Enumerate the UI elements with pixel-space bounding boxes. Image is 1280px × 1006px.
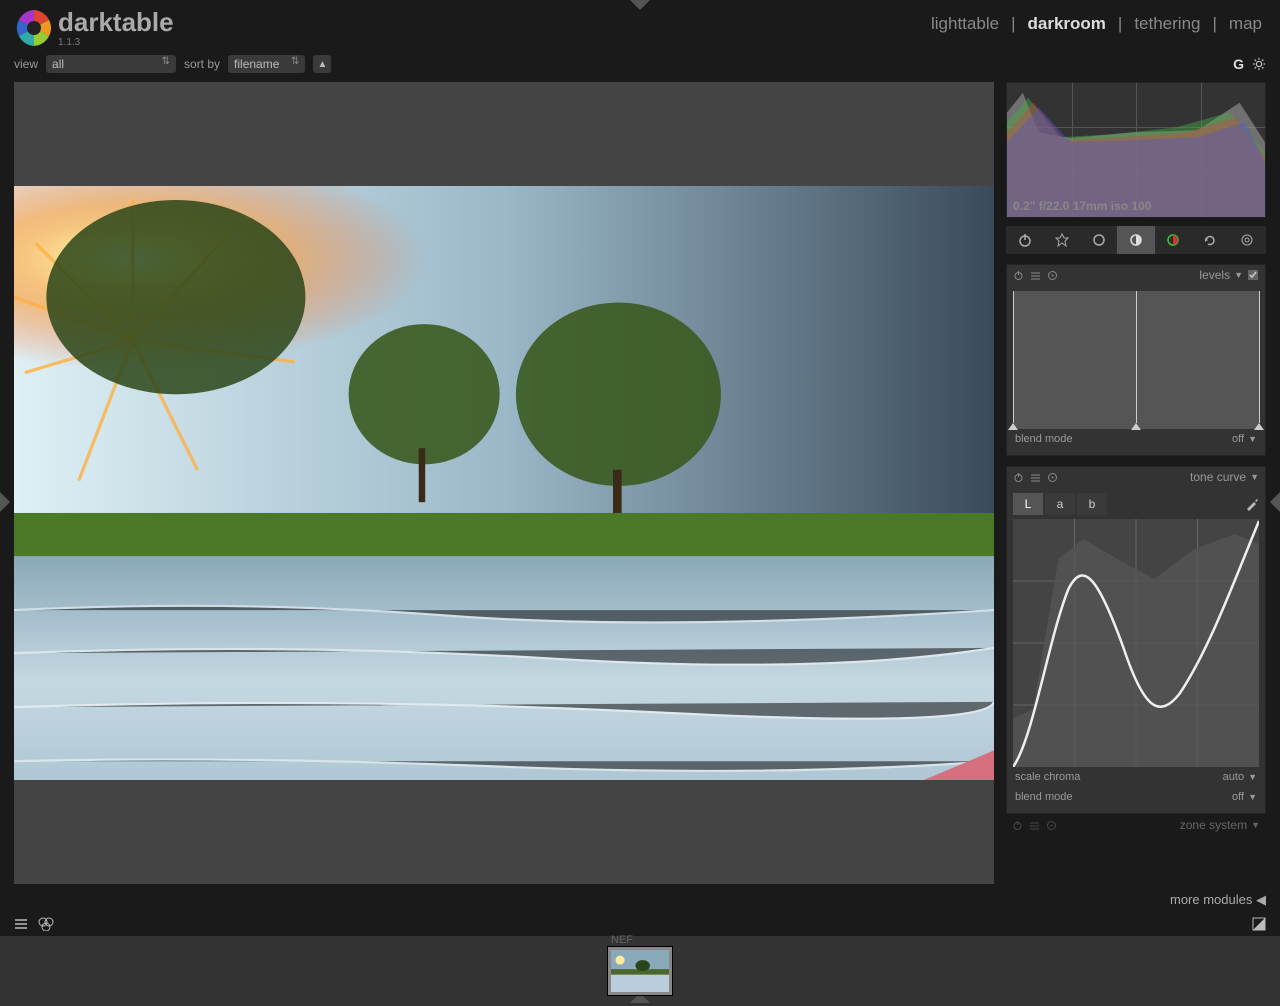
module-zone-title: zone system — [1180, 818, 1247, 832]
module-tonecurve-title: tone curve — [1190, 470, 1246, 484]
scale-chroma-select[interactable]: auto▼ — [1223, 771, 1257, 783]
module-presets-icon[interactable] — [1030, 472, 1041, 483]
chevron-down-icon: ▼ — [1251, 820, 1260, 830]
module-expand-icon[interactable] — [1247, 269, 1259, 281]
grouping-toggle[interactable]: G — [1233, 56, 1244, 72]
levels-black-marker[interactable] — [1008, 423, 1018, 430]
main-nav: lighttable | darkroom | tethering | map — [927, 8, 1266, 34]
module-presets-icon[interactable] — [1030, 270, 1041, 281]
filmstrip-thumbnail[interactable]: NEF — [608, 947, 672, 995]
sort-direction-button[interactable]: ▲ — [313, 55, 331, 73]
bottom-toolbar — [0, 912, 1280, 936]
logo: darktable 1.1.3 — [14, 8, 174, 48]
nav-darkroom[interactable]: darkroom — [1023, 14, 1109, 34]
module-group-favorites[interactable] — [1043, 226, 1080, 254]
module-reset-icon[interactable] — [1047, 270, 1058, 281]
histogram-exif: 0.2'' f/22.0 17mm iso 100 — [1013, 199, 1151, 213]
expand-top-panel[interactable] — [630, 0, 650, 10]
chevron-left-icon: ◀ — [1256, 892, 1266, 907]
module-group-tone[interactable] — [1117, 226, 1154, 254]
module-enable-toggle[interactable] — [1012, 820, 1023, 831]
power-icon — [1018, 233, 1032, 247]
module-tone-curve: tone curve ▼ L a b — [1006, 466, 1266, 814]
module-group-active[interactable] — [1006, 226, 1043, 254]
blend-mode-label: blend mode — [1015, 791, 1073, 803]
module-group-correct[interactable] — [1192, 226, 1229, 254]
module-zone-system: zone system ▼ — [1006, 814, 1266, 836]
module-zone-header[interactable]: zone system ▼ — [1180, 818, 1260, 832]
edited-photo — [14, 186, 994, 779]
expand-left-panel[interactable] — [0, 492, 10, 512]
view-select[interactable]: all — [46, 55, 176, 73]
module-reset-icon[interactable] — [1046, 820, 1057, 831]
nav-lighttable[interactable]: lighttable — [927, 14, 1003, 34]
color-circle-icon — [1166, 233, 1180, 247]
blend-mode-select[interactable]: off▼ — [1232, 433, 1257, 445]
module-levels: levels ▼ blend mode off▼ — [1006, 264, 1266, 456]
app-version: 1.1.3 — [58, 37, 174, 48]
overexposed-icon[interactable] — [1252, 917, 1266, 931]
aperture-icon — [14, 8, 54, 48]
chevron-down-icon: ▼ — [1250, 472, 1259, 482]
aperture-mini-icon — [1240, 233, 1254, 247]
thumbnail-extension: NEF — [611, 934, 633, 946]
module-enable-toggle[interactable] — [1013, 472, 1024, 483]
blend-mode-label: blend mode — [1015, 433, 1073, 445]
tone-tab-l[interactable]: L — [1013, 493, 1043, 515]
sort-select[interactable]: filename — [228, 55, 305, 73]
module-reset-icon[interactable] — [1047, 472, 1058, 483]
hamburger-icon[interactable] — [14, 917, 28, 931]
nav-separator: | — [1110, 14, 1130, 34]
nav-separator: | — [1205, 14, 1225, 34]
nav-map[interactable]: map — [1225, 14, 1266, 34]
star-icon — [1055, 233, 1069, 247]
right-sidebar: 0.2'' f/22.0 17mm iso 100 levels ▼ — [998, 78, 1280, 888]
tone-tab-b[interactable]: b — [1077, 493, 1107, 515]
levels-graph[interactable] — [1013, 291, 1259, 429]
levels-mid-marker[interactable] — [1131, 423, 1141, 430]
blend-mode-select[interactable]: off▼ — [1232, 791, 1257, 803]
module-group-tabs — [1006, 226, 1266, 254]
module-group-effect[interactable] — [1229, 226, 1266, 254]
module-levels-title: levels — [1199, 268, 1230, 282]
image-canvas[interactable] — [14, 82, 994, 884]
color-picker-icon[interactable] — [1245, 497, 1259, 511]
view-label: view — [14, 57, 38, 71]
half-circle-icon — [1129, 233, 1143, 247]
chevron-down-icon: ▼ — [1234, 270, 1243, 280]
module-tonecurve-header[interactable]: tone curve ▼ — [1190, 470, 1259, 484]
levels-white-marker[interactable] — [1254, 423, 1264, 430]
expand-right-panel[interactable] — [1270, 492, 1280, 512]
more-modules-button[interactable]: more modules ◀ — [0, 888, 1280, 912]
scale-chroma-label: scale chroma — [1015, 771, 1080, 783]
module-group-color[interactable] — [1155, 226, 1192, 254]
module-presets-icon[interactable] — [1029, 820, 1040, 831]
circle-icon — [1092, 233, 1106, 247]
app-title: darktable — [58, 9, 174, 35]
gear-icon[interactable] — [1252, 57, 1266, 71]
histogram[interactable]: 0.2'' f/22.0 17mm iso 100 — [1006, 82, 1266, 218]
module-enable-toggle[interactable] — [1013, 270, 1024, 281]
filter-toolbar: view all sort by filename ▲ G — [0, 50, 1280, 78]
module-levels-header[interactable]: levels ▼ — [1199, 268, 1259, 282]
refresh-icon — [1203, 233, 1217, 247]
module-group-basic[interactable] — [1080, 226, 1117, 254]
styles-icon[interactable] — [38, 917, 54, 931]
tone-curve-graph[interactable] — [1013, 519, 1259, 767]
nav-separator: | — [1003, 14, 1023, 34]
tone-tab-a[interactable]: a — [1045, 493, 1075, 515]
sort-label: sort by — [184, 57, 220, 71]
nav-tethering[interactable]: tethering — [1130, 14, 1204, 34]
